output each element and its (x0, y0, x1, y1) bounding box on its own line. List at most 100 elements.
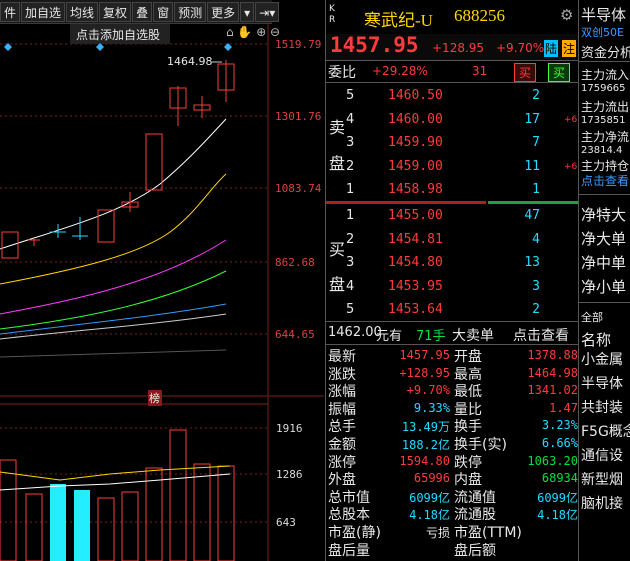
bid-price[interactable]: 1453.95 (388, 279, 443, 294)
add-watchlist-button[interactable]: 加自选 (21, 1, 66, 22)
net-m-label: 净中单 (581, 254, 627, 272)
ratio-diff: 31 (472, 64, 488, 78)
all-tab[interactable]: 全部 (581, 309, 603, 325)
stat-value: 13.49万 (401, 420, 450, 435)
add-watchlist-tooltip[interactable]: 点击添加自选股 (76, 26, 160, 43)
note-badge: 注 (562, 40, 577, 57)
bid-price[interactable]: 1455.00 (388, 208, 443, 223)
vol-tick-0: 1916 (276, 422, 303, 435)
more-button[interactable]: 更多 (207, 1, 240, 22)
stat-value: 68934 (541, 471, 578, 486)
ratio-label: 委比 (328, 65, 356, 81)
window-button[interactable]: 窗 (153, 1, 174, 22)
bid-price[interactable]: 1453.64 (388, 302, 443, 317)
stat-value: 188.2亿 (401, 438, 450, 452)
bid-volume: 13 (524, 255, 540, 270)
adjust-button[interactable]: 复权 (99, 1, 132, 22)
stat-value: 9.33% (413, 400, 450, 415)
net-l-label: 净大单 (581, 230, 627, 248)
price-tick-4: 644.65 (275, 328, 315, 341)
overlay-button[interactable]: 叠 (132, 1, 153, 22)
dropdown-arrow-icon[interactable]: ▾ (240, 1, 255, 22)
flow-out-label: 主力流出 (581, 100, 630, 114)
stat-value: 6099亿 (409, 490, 450, 505)
sector-list-item[interactable]: 共封装 (581, 397, 623, 417)
flow-out-value: 1735851 (581, 115, 626, 126)
sector-list-item[interactable]: 小金属 (581, 349, 623, 369)
stat-value: 6099亿 (537, 490, 578, 505)
stat-value: 1464.98 (527, 365, 578, 380)
chart-toolbar: 件 加自选 均线 复权 叠 窗 预测 更多 ▾ ⇥▾ (0, 0, 280, 24)
ask-price[interactable]: 1459.90 (388, 135, 443, 150)
ratio-value: +29.28% (372, 64, 428, 78)
stat-value: 6.66% (541, 436, 578, 450)
stat-value: 1063.20 (527, 453, 578, 468)
toolbar-item-0[interactable]: 件 (0, 1, 21, 22)
sector-list-item[interactable]: 半导体 (581, 373, 623, 393)
bid-volume: 3 (532, 278, 540, 294)
moving-average-button[interactable]: 均线 (66, 1, 99, 22)
view-more-link[interactable]: 点击查看 (513, 325, 569, 345)
sector-list-item[interactable]: 通信设 (581, 445, 623, 465)
ask-label-top: 卖 (329, 118, 346, 137)
high-price-label: 1464.98 (167, 55, 213, 68)
next-icon[interactable]: ⇥▾ (255, 1, 280, 22)
flow-hold-link[interactable]: 点击查看 (581, 172, 629, 189)
ask-volume: 17 (524, 111, 540, 127)
price-tick-3: 862.68 (275, 256, 315, 269)
flow-title: 资金分析 (581, 46, 630, 61)
bid-label-bottom: 盘 (329, 275, 346, 294)
kline-chart[interactable]: ⌂ ✋ ⊕ ⊖ 点击添加自选股 1464.98 1519.79 1301.76 … (0, 24, 324, 561)
price-change-pct: +9.70% (496, 41, 545, 55)
sector-name[interactable]: 半导体 (581, 4, 626, 25)
stat-value: 1341.02 (527, 383, 578, 398)
price-tick-2: 1083.74 (275, 182, 322, 195)
bid-level: 1 (346, 208, 355, 223)
bid-volume: 47 (524, 208, 540, 223)
bid-level: 2 (346, 231, 355, 247)
flow-in-label: 主力流入 (581, 68, 630, 82)
ask-price[interactable]: 1460.50 (388, 88, 443, 103)
rank-marker[interactable]: 榜 (149, 390, 160, 406)
sector-list-item[interactable]: 脑机接 (581, 493, 623, 513)
ask-change: +6 (564, 114, 578, 125)
bid-price[interactable]: 1454.80 (388, 255, 443, 270)
side-panel: 半导体 双创50E 资金分析 主力流入 1759665 主力流出 1735851… (578, 0, 630, 561)
forecast-button[interactable]: 预测 (174, 1, 207, 22)
stat-value: 4.18亿 (537, 508, 578, 523)
flow-net-label: 主力净流 (581, 130, 630, 144)
stat-value: 1594.80 (399, 453, 450, 468)
big-order-label: 大卖单 (452, 328, 494, 344)
stat-value: +128.95 (399, 365, 450, 380)
net-xl-label: 净特大 (581, 206, 627, 224)
ask-price[interactable]: 1459.00 (388, 159, 443, 174)
ask-level: 1 (346, 182, 355, 197)
ask-level: 3 (346, 135, 355, 150)
sector-list-item[interactable]: 新型烟 (581, 469, 623, 489)
bid-label-top: 买 (329, 240, 346, 259)
flow-net-value: 23814.4 (581, 145, 623, 156)
settings-gear-icon[interactable]: ⚙ (560, 6, 573, 24)
sector-list-item[interactable]: F5G概念 (581, 421, 630, 441)
sell-button[interactable]: 买 (548, 63, 571, 82)
stat-value: 1457.95 (399, 348, 450, 362)
ask-change: +6 (564, 161, 578, 172)
quote-panel: K R 寒武纪-U 688256 ⚙ 1457.95 +128.95 +9.70… (325, 0, 579, 561)
bid-price[interactable]: 1454.81 (388, 232, 443, 247)
ask-price[interactable]: 1458.98 (388, 182, 443, 197)
bid-volume: 2 (532, 302, 540, 317)
bid-level: 5 (346, 302, 355, 317)
buy-button[interactable]: 买 (514, 63, 537, 82)
ask-volume: 11 (524, 158, 540, 174)
stat-value: 65996 (413, 471, 450, 486)
ask-level: 5 (346, 88, 355, 103)
current-price: 1457.95 (330, 33, 419, 57)
stat-value: +9.70% (406, 383, 450, 398)
svg-text:⌂ ✋ ⊕ ⊖: ⌂ ✋ ⊕ ⊖ (226, 25, 280, 39)
ask-volume: 2 (532, 88, 540, 103)
ask-price[interactable]: 1460.00 (388, 112, 443, 127)
stock-code: 688256 (454, 6, 505, 25)
sector-tag[interactable]: 双创50E (581, 24, 624, 40)
kr-label: K R (329, 4, 336, 25)
bid-volume: 4 (532, 231, 540, 247)
